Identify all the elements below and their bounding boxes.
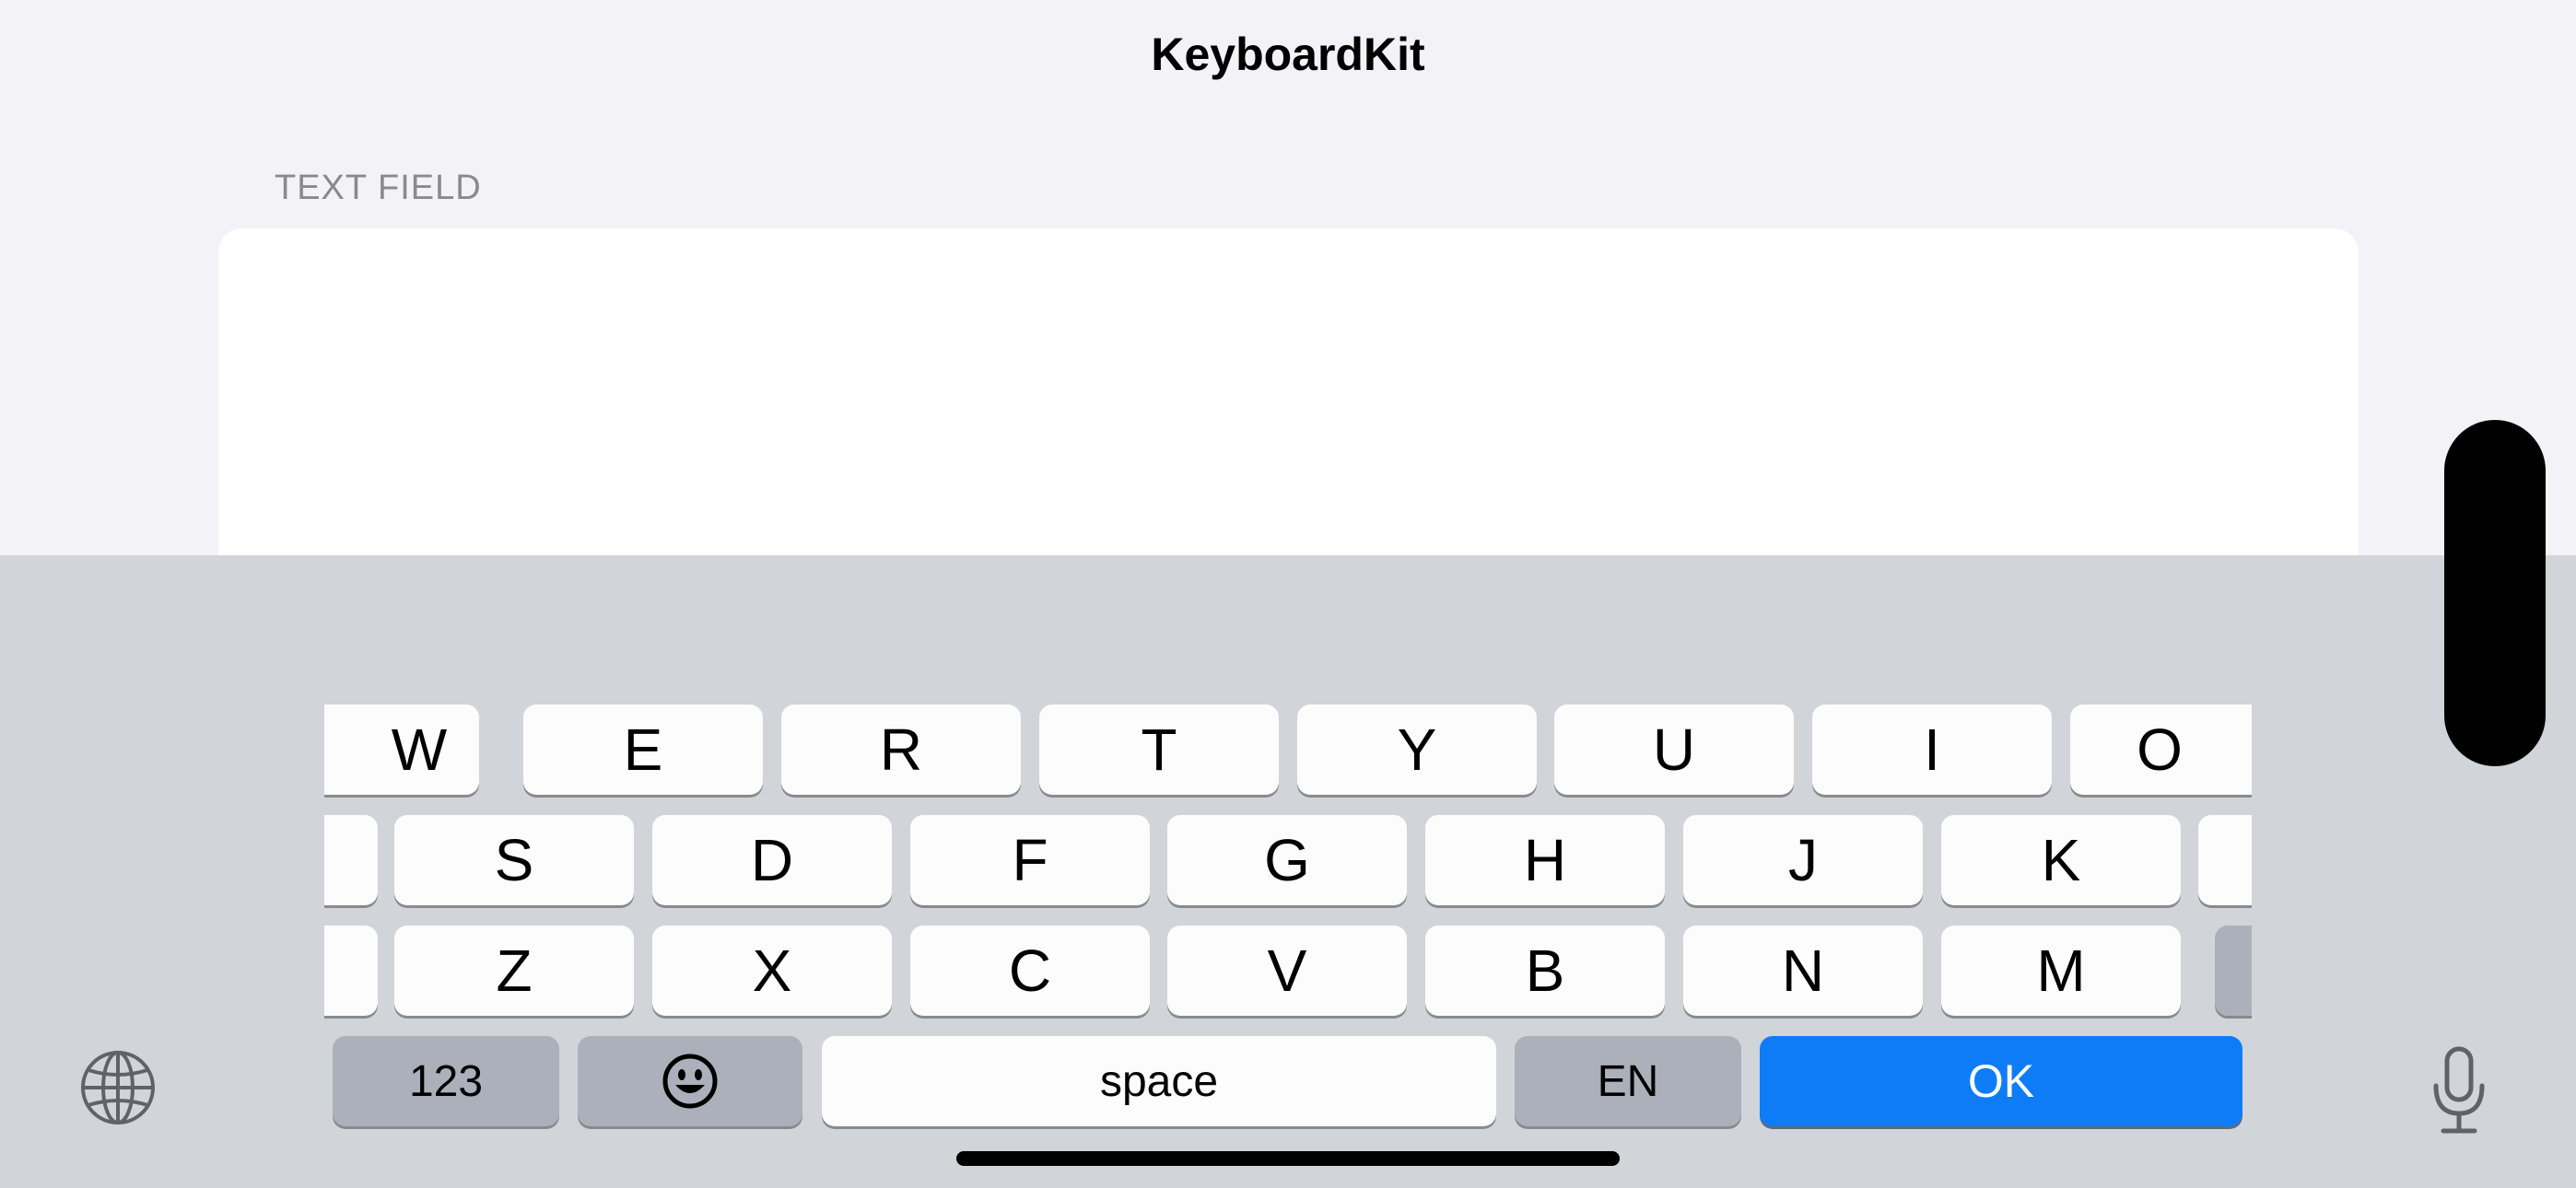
locale-key[interactable]: EN bbox=[1515, 1036, 1741, 1126]
dictation-button[interactable] bbox=[2418, 1040, 2500, 1141]
key-m[interactable]: M bbox=[1941, 926, 2181, 1016]
key-r[interactable]: R bbox=[781, 705, 1021, 795]
keyboard-row-3: Z X C V B N M bbox=[324, 926, 2252, 1027]
key-v[interactable]: V bbox=[1167, 926, 1407, 1016]
section-header-text-field: TEXT FIELD bbox=[275, 169, 482, 207]
key-shift-partial[interactable] bbox=[324, 926, 378, 1016]
keyboard: W E R T Y U I O S D F G H J K Z X C V B … bbox=[0, 555, 2576, 1188]
key-d[interactable]: D bbox=[652, 815, 892, 905]
key-a-partial[interactable] bbox=[324, 815, 378, 905]
return-key[interactable]: OK bbox=[1760, 1036, 2242, 1126]
key-h[interactable]: H bbox=[1425, 815, 1665, 905]
key-e[interactable]: E bbox=[523, 705, 763, 795]
space-key[interactable]: space bbox=[822, 1036, 1496, 1126]
home-indicator[interactable] bbox=[956, 1151, 1620, 1166]
key-x[interactable]: X bbox=[652, 926, 892, 1016]
globe-button[interactable] bbox=[74, 1043, 162, 1132]
key-g[interactable]: G bbox=[1167, 815, 1407, 905]
key-y[interactable]: Y bbox=[1297, 705, 1537, 795]
key-i[interactable]: I bbox=[1812, 705, 2052, 795]
numbers-key[interactable]: 123 bbox=[333, 1036, 559, 1126]
emoji-key[interactable] bbox=[578, 1036, 802, 1126]
key-z[interactable]: Z bbox=[394, 926, 634, 1016]
keyboard-row-2: S D F G H J K bbox=[324, 815, 2252, 916]
key-k[interactable]: K bbox=[1941, 815, 2181, 905]
text-field[interactable] bbox=[218, 228, 2359, 597]
key-f[interactable]: F bbox=[910, 815, 1150, 905]
keyboard-row-1: W E R T Y U I O bbox=[324, 705, 2252, 806]
key-u[interactable]: U bbox=[1554, 705, 1794, 795]
key-backspace-partial[interactable] bbox=[2215, 926, 2252, 1016]
globe-icon bbox=[81, 1051, 155, 1124]
microphone-icon bbox=[2433, 1046, 2485, 1134]
key-s[interactable]: S bbox=[394, 815, 634, 905]
key-t[interactable]: T bbox=[1039, 705, 1279, 795]
key-j[interactable]: J bbox=[1683, 815, 1923, 905]
key-w[interactable]: W bbox=[324, 705, 479, 795]
key-n[interactable]: N bbox=[1683, 926, 1923, 1016]
emoji-icon bbox=[662, 1054, 718, 1109]
key-c[interactable]: C bbox=[910, 926, 1150, 1016]
key-o[interactable]: O bbox=[2070, 705, 2252, 795]
key-b[interactable]: B bbox=[1425, 926, 1665, 1016]
key-l-partial[interactable] bbox=[2198, 815, 2252, 905]
page-title: KeyboardKit bbox=[1151, 29, 1425, 80]
side-hardware-button bbox=[2444, 420, 2546, 766]
